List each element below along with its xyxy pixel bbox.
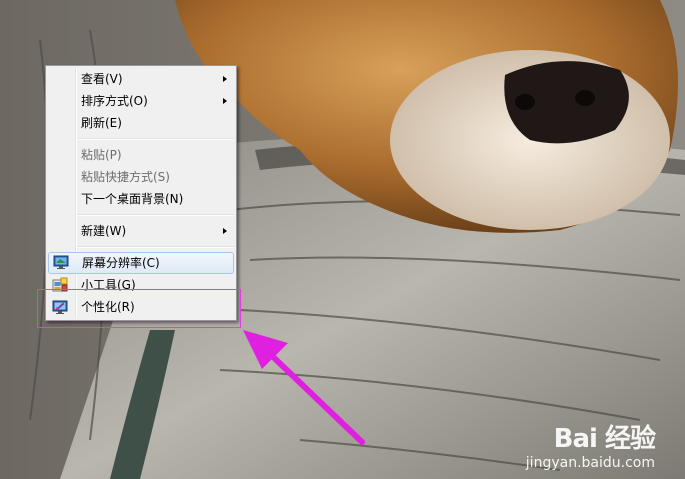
desktop-context-menu: 查看(V) 排序方式(O) 刷新(E) 粘贴(P) 粘贴快捷方式(S) 下一个桌… (45, 65, 237, 321)
menu-item-paste: 粘贴(P) (46, 144, 236, 166)
menu-item-label: 新建(W) (81, 224, 127, 238)
menu-item-label: 粘贴(P) (81, 148, 122, 162)
baidu-jingyan-watermark: Bai 经验 jingyan.baidu.com (525, 418, 656, 471)
menu-separator (78, 246, 234, 248)
menu-separator (78, 214, 234, 216)
submenu-arrow-icon (223, 228, 227, 234)
menu-item-next-desktop-background[interactable]: 下一个桌面背景(N) (46, 188, 236, 210)
annotation-highlight-box (37, 289, 241, 328)
menu-item-new[interactable]: 新建(W) (46, 220, 236, 242)
display-resolution-icon (53, 255, 69, 269)
menu-item-view[interactable]: 查看(V) (46, 68, 236, 90)
menu-item-label: 屏幕分辨率(C) (82, 256, 160, 270)
watermark-url: jingyan.baidu.com (525, 455, 655, 471)
menu-item-refresh[interactable]: 刷新(E) (46, 112, 236, 134)
menu-item-label: 排序方式(O) (81, 94, 148, 108)
menu-separator (78, 138, 234, 140)
watermark-logo: Bai 经验 (553, 424, 656, 454)
menu-item-label: 查看(V) (81, 72, 123, 86)
menu-item-screen-resolution[interactable]: 屏幕分辨率(C) (48, 252, 234, 274)
menu-item-paste-shortcut: 粘贴快捷方式(S) (46, 166, 236, 188)
menu-item-label: 刷新(E) (81, 116, 122, 130)
menu-item-label: 粘贴快捷方式(S) (81, 170, 170, 184)
menu-item-sort-by[interactable]: 排序方式(O) (46, 90, 236, 112)
menu-item-label: 下一个桌面背景(N) (81, 192, 184, 206)
submenu-arrow-icon (223, 98, 227, 104)
submenu-arrow-icon (223, 76, 227, 82)
